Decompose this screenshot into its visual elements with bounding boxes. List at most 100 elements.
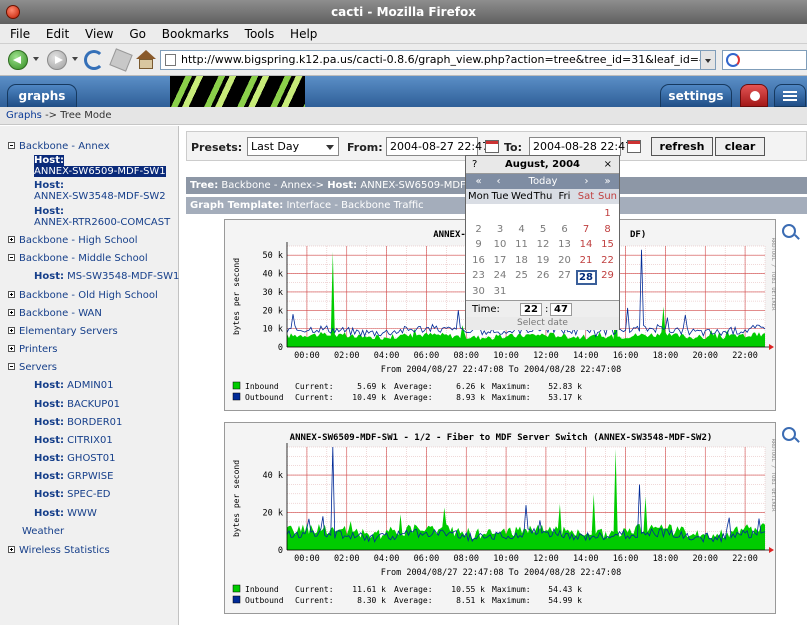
tree-host-item[interactable]: Host: WWW [34,508,97,519]
to-calendar-icon[interactable] [627,140,641,153]
back-dropdown-icon[interactable] [33,57,39,61]
menu-bookmarks[interactable]: Bookmarks [162,24,229,44]
back-icon[interactable] [8,50,28,70]
calendar-day[interactable]: 14 [576,239,597,250]
tree-host-item[interactable]: Host: ADMIN01 [34,380,114,391]
tree-folder-item[interactable]: Backbone - Middle School [8,253,148,264]
calendar-day[interactable]: 11 [511,239,532,250]
prev-month-button[interactable]: ‹ [488,174,509,189]
tree-leaf-item[interactable]: Weather [22,526,64,537]
stop-icon[interactable] [109,48,133,72]
calendar-day[interactable]: 6 [554,224,575,235]
tab-graphs[interactable]: graphs [7,84,77,107]
expand-icon[interactable] [8,327,15,334]
close-window-icon[interactable] [6,5,20,19]
calendar-day[interactable]: 30 [468,286,489,297]
menu-go[interactable]: Go [129,24,146,44]
zoom-icon[interactable] [782,427,796,441]
calendar-day[interactable]: 19 [533,255,554,266]
calendar-day[interactable]: 9 [468,239,489,250]
tree-view-icon[interactable] [740,84,768,107]
tree-host-item[interactable]: Host: GHOST01 [34,453,116,464]
menu-file[interactable]: File [10,24,30,44]
calendar-day[interactable]: 15 [597,239,618,250]
graph-panel-2[interactable]: ANNEX-SW6509-MDF-SW1 - 1/2 - Fiber to MD… [224,422,776,614]
tree-host-item[interactable]: Host: BACKUP01 [34,399,120,410]
prev-year-button[interactable]: « [468,174,489,189]
calendar-day[interactable]: 16 [468,255,489,266]
google-search-icon[interactable] [726,53,740,67]
calendar-day[interactable]: 23 [468,270,489,281]
calendar-help-button[interactable]: ? [472,156,477,174]
tree-folder-item[interactable]: Backbone - Old High School [8,290,158,301]
calendar-day[interactable]: 26 [533,270,554,281]
calendar-day[interactable]: 24 [490,270,511,281]
forward-icon[interactable] [47,50,67,70]
tree-host-item[interactable]: Host: ANNEX-SW3548-MDF-SW2 [34,180,166,202]
calendar-day[interactable]: 25 [511,270,532,281]
to-date-input[interactable]: 2004-08-28 22:47 [529,137,632,156]
preset-select[interactable]: Last Day [247,137,339,156]
collapse-icon[interactable] [8,254,15,261]
calendar-day[interactable]: 21 [576,255,597,266]
tree-folder-item[interactable]: Servers [8,362,57,373]
calendar-day[interactable]: 10 [490,239,511,250]
menu-view[interactable]: View [85,24,113,44]
today-button[interactable]: Today [522,174,564,189]
tree-host-item[interactable]: Host: ANNEX-SW6509-MDF-SW1 [34,155,166,177]
calendar-day[interactable]: 5 [533,224,554,235]
menu-help[interactable]: Help [290,24,317,44]
tree-folder-item[interactable]: Backbone - High School [8,235,138,246]
tree-folder-item[interactable]: Printers [8,344,57,355]
forward-dropdown-icon[interactable] [72,57,78,61]
next-year-button[interactable]: » [597,174,618,189]
search-input[interactable] [722,50,807,70]
breadcrumb-graphs-link[interactable]: Graphs [6,110,42,121]
collapse-icon[interactable] [8,363,15,370]
tree-folder-item[interactable]: Backbone - Annex [8,141,110,152]
calendar-day[interactable]: 28 [575,270,597,285]
tab-settings[interactable]: settings [660,84,732,107]
calendar-day[interactable]: 22 [597,255,618,266]
from-calendar-icon[interactable] [485,140,499,153]
menu-edit[interactable]: Edit [46,24,69,44]
tree-folder-item[interactable]: Elementary Servers [8,326,118,337]
calendar-close-button[interactable]: × [604,156,612,174]
zoom-icon[interactable] [782,224,796,238]
expand-icon[interactable] [8,291,15,298]
tree-host-item[interactable]: Host: ANNEX-RTR2600-COMCAST [34,206,170,228]
calendar-day[interactable]: 3 [490,224,511,235]
hour-field[interactable]: 22 [520,303,542,316]
calendar-day[interactable]: 12 [533,239,554,250]
tree-host-item[interactable]: Host: GRPWISE [34,471,113,482]
list-view-icon[interactable] [774,84,806,107]
calendar-day[interactable]: 29 [597,270,618,281]
calendar-day[interactable]: 20 [554,255,575,266]
menu-tools[interactable]: Tools [245,24,275,44]
tree-host-item[interactable]: Host: MS-SW3548-MDF-SW1 [34,271,179,282]
expand-icon[interactable] [8,345,15,352]
tree-folder-item[interactable]: Wireless Statistics [8,545,110,556]
calendar-day[interactable]: 17 [490,255,511,266]
url-history-dropdown-icon[interactable] [700,50,716,70]
collapse-icon[interactable] [8,142,15,149]
tree-host-item[interactable]: Host: BORDER01 [34,417,122,428]
home-icon[interactable] [136,50,156,70]
refresh-button[interactable]: refresh [651,137,713,156]
calendar-day[interactable]: 1 [597,208,618,219]
from-date-input[interactable]: 2004-08-27 22:47 [386,137,489,156]
tree-host-item[interactable]: Host: CITRIX01 [34,435,113,446]
reload-icon[interactable] [84,50,104,70]
expand-icon[interactable] [8,546,15,553]
tree-host-item[interactable]: Host: SPEC-ED [34,489,110,500]
calendar-day[interactable]: 18 [511,255,532,266]
calendar-day[interactable]: 2 [468,224,489,235]
calendar-day[interactable]: 31 [490,286,511,297]
minute-field[interactable]: 47 [550,303,572,316]
calendar-day[interactable]: 13 [554,239,575,250]
tree-folder-item[interactable]: Backbone - WAN [8,308,102,319]
calendar-day[interactable]: 7 [576,224,597,235]
calendar-day[interactable]: 27 [554,270,575,281]
clear-button[interactable]: clear [715,137,765,156]
calendar-day[interactable]: 8 [597,224,618,235]
